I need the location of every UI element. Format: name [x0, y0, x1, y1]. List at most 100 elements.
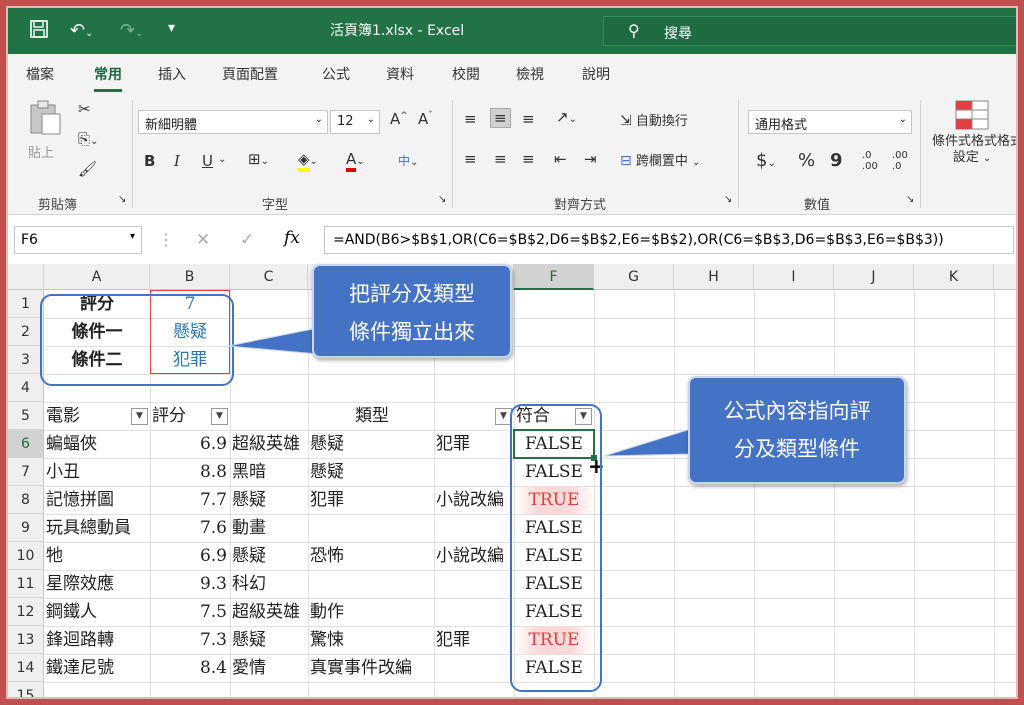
align-top-icon[interactable]: ≡	[464, 110, 477, 128]
copy-icon[interactable]: ⎘⌄	[78, 130, 98, 148]
select-all-corner[interactable]	[8, 264, 44, 290]
paste-button[interactable]: 貼上	[28, 100, 68, 161]
cell-movie[interactable]: 記憶拼圖	[46, 486, 150, 514]
underline-button[interactable]: U	[202, 152, 213, 170]
row-header[interactable]: 6	[8, 430, 44, 458]
row-header[interactable]: 1	[8, 290, 44, 318]
row-header[interactable]: 14	[8, 654, 44, 682]
cell-g3[interactable]	[436, 570, 514, 598]
cell-score[interactable]: 7.6	[150, 514, 230, 542]
row-header[interactable]: 9	[8, 514, 44, 542]
header-genre[interactable]: 類型 ▼	[230, 402, 514, 430]
decrease-decimal-icon[interactable]: .00 .0	[892, 150, 916, 172]
cell-g3[interactable]	[436, 598, 514, 626]
cell-g1[interactable]: 懸疑	[232, 626, 308, 654]
cell-g1[interactable]: 愛情	[232, 654, 308, 682]
currency-format-icon[interactable]: $⌄	[756, 150, 776, 171]
cell-g2[interactable]	[310, 514, 434, 542]
cell-movie[interactable]: 蝙蝠俠	[46, 430, 150, 458]
cell-g1[interactable]: 懸疑	[232, 542, 308, 570]
undo-icon[interactable]: ↶⌄	[70, 20, 93, 41]
cell-g3[interactable]	[436, 514, 514, 542]
tab-help[interactable]: 說明	[582, 64, 610, 84]
bold-button[interactable]: B	[144, 152, 155, 170]
font-size-select[interactable]: 12 ⌄	[330, 110, 380, 134]
tab-formulas[interactable]: 公式	[322, 64, 350, 84]
conditional-format-button[interactable]: 條件式格式格式 設定 ⌄	[932, 100, 1016, 167]
cell-movie[interactable]: 牠	[46, 542, 150, 570]
cell-g2[interactable]: 真實事件改編	[310, 654, 434, 682]
cell-g2[interactable]: 恐怖	[310, 542, 434, 570]
cell-score[interactable]: 9.3	[150, 570, 230, 598]
cell-movie[interactable]: 星際效應	[46, 570, 150, 598]
increase-font-icon[interactable]: A^	[390, 110, 408, 128]
wrap-text-button[interactable]: ⇲ 自動換行	[620, 110, 688, 129]
formula-input[interactable]: =AND(B6>$B$1,OR(C6=$B$2,D6=$B$2,E6=$B$2)…	[324, 226, 1014, 254]
font-name-select[interactable]: 新細明體 ⌄	[138, 110, 328, 134]
row-header[interactable]: 2	[8, 318, 44, 346]
header-score[interactable]: 評分 ▼	[152, 402, 230, 430]
row-header[interactable]: 7	[8, 458, 44, 486]
column-header-partial[interactable]	[994, 264, 1016, 290]
cell-score[interactable]: 7.3	[150, 626, 230, 654]
number-launcher-icon[interactable]: ↘	[906, 194, 914, 205]
tab-page-layout[interactable]: 頁面配置	[222, 64, 278, 84]
header-movie[interactable]: 電影 ▼	[46, 402, 150, 430]
cell-score[interactable]: 8.8	[150, 458, 230, 486]
cut-icon[interactable]: ✂	[78, 100, 91, 118]
save-icon[interactable]	[30, 20, 48, 43]
align-left-icon[interactable]: ≡	[464, 150, 477, 168]
column-header-h[interactable]: H	[674, 264, 754, 290]
cell-score[interactable]: 6.9	[150, 542, 230, 570]
cancel-icon[interactable]: ✕	[196, 230, 210, 250]
name-box[interactable]: F6 ▾	[14, 226, 142, 254]
enter-icon[interactable]: ✓	[240, 230, 254, 250]
column-header-a[interactable]: A	[44, 264, 150, 290]
row-header[interactable]: 11	[8, 570, 44, 598]
cell-score[interactable]: 7.7	[150, 486, 230, 514]
column-header-i[interactable]: I	[754, 264, 834, 290]
row-header[interactable]: 4	[8, 374, 44, 402]
cell-g2[interactable]: 動作	[310, 598, 434, 626]
font-launcher-icon[interactable]: ↘	[438, 194, 446, 205]
cell-g3[interactable]: 犯罪	[436, 430, 514, 458]
column-header-f[interactable]: F	[514, 264, 594, 290]
cell-movie[interactable]: 鐵達尼號	[46, 654, 150, 682]
underline-dropdown-icon[interactable]: ⌄	[218, 154, 226, 165]
percent-format-icon[interactable]: %	[798, 150, 815, 171]
cell-g2[interactable]: 驚悚	[310, 626, 434, 654]
cell-g1[interactable]: 科幻	[232, 570, 308, 598]
align-right-icon[interactable]: ≡	[522, 150, 535, 168]
cell-g3[interactable]: 犯罪	[436, 626, 514, 654]
merge-center-button[interactable]: ⊟ 跨欄置中 ⌄	[620, 150, 700, 169]
row-header[interactable]: 8	[8, 486, 44, 514]
column-header-j[interactable]: J	[834, 264, 914, 290]
tab-home[interactable]: 常用	[94, 64, 122, 92]
column-header-k[interactable]: K	[914, 264, 994, 290]
cell-movie[interactable]: 鋒迴路轉	[46, 626, 150, 654]
redo-icon[interactable]: ↷⌄	[120, 20, 143, 41]
column-header-b[interactable]: B	[150, 264, 230, 290]
cell-g2[interactable]	[310, 570, 434, 598]
row-header[interactable]: 13	[8, 626, 44, 654]
cell-g1[interactable]: 黑暗	[232, 458, 308, 486]
alignment-launcher-icon[interactable]: ↘	[724, 194, 732, 205]
column-header-c[interactable]: C	[230, 264, 308, 290]
phonetic-icon[interactable]: 中⌄	[398, 152, 418, 169]
align-bottom-icon[interactable]: ≡	[522, 110, 535, 128]
tab-review[interactable]: 校閱	[452, 64, 480, 84]
align-center-icon[interactable]: ≡	[494, 150, 507, 168]
number-format-select[interactable]: 通用格式 ⌄	[748, 110, 912, 134]
customize-toolbar-icon[interactable]: ▾	[168, 20, 175, 36]
tab-view[interactable]: 檢視	[516, 64, 544, 84]
cell-g1[interactable]: 超級英雄	[232, 430, 308, 458]
format-painter-icon[interactable]: 🖌	[78, 160, 97, 178]
cell-g1[interactable]: 懸疑	[232, 486, 308, 514]
insert-function-icon[interactable]: fx	[284, 228, 300, 248]
cell-movie[interactable]: 鋼鐵人	[46, 598, 150, 626]
row-header[interactable]: 5	[8, 402, 44, 430]
italic-button[interactable]: I	[174, 152, 180, 170]
clipboard-launcher-icon[interactable]: ↘	[118, 194, 126, 205]
tab-file[interactable]: 檔案	[26, 64, 54, 84]
align-middle-icon[interactable]: ≡	[490, 108, 511, 128]
